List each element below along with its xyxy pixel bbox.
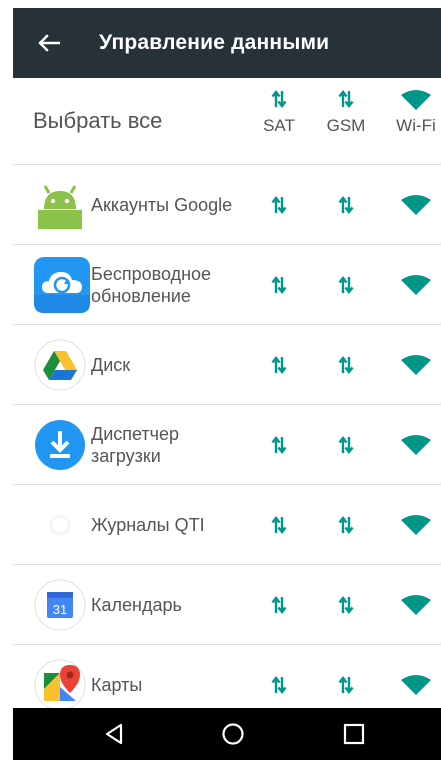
qti-logs-icon <box>34 499 86 551</box>
calendar-icon: 31 <box>34 579 86 631</box>
select-all-label[interactable]: Выбрать все <box>33 108 162 134</box>
app-row-wireless-update[interactable]: Беспроводное обновление <box>13 244 441 324</box>
select-all-row[interactable]: Выбрать все SAT GSM Wi-Fi <box>13 78 441 164</box>
wifi-toggle[interactable] <box>391 565 441 645</box>
gsm-toggle[interactable] <box>321 325 371 405</box>
android-icon <box>34 179 86 231</box>
sat-toggle[interactable] <box>254 325 304 405</box>
data-usage-list[interactable]: Выбрать все SAT GSM Wi-Fi Аккаунты Googl… <box>13 78 441 708</box>
maps-icon <box>34 659 86 708</box>
app-name: Аккаунты Google <box>91 195 233 215</box>
wifi-toggle[interactable] <box>391 165 441 245</box>
app-bar: Управление данными <box>13 8 441 78</box>
sat-toggle[interactable] <box>254 405 304 485</box>
column-sat-label: SAT <box>263 116 295 135</box>
sat-toggle[interactable] <box>254 565 304 645</box>
gsm-toggle[interactable] <box>321 565 371 645</box>
app-row-qti-logs[interactable]: Журналы QTI <box>13 484 441 564</box>
gsm-toggle[interactable] <box>321 485 371 565</box>
page-title: Управление данными <box>99 31 330 54</box>
gsm-toggle[interactable] <box>321 645 371 708</box>
wifi-toggle[interactable] <box>391 245 441 325</box>
data-arrows-icon[interactable] <box>321 84 371 110</box>
sat-toggle[interactable] <box>254 485 304 565</box>
wifi-toggle[interactable] <box>391 405 441 485</box>
app-name: Календарь <box>91 595 182 615</box>
back-icon[interactable] <box>96 718 132 750</box>
cloud-update-icon <box>34 257 90 313</box>
app-rows: Аккаунты Google Беспроводное обновление … <box>13 164 441 708</box>
app-name: Диспетчер загрузки <box>91 424 180 466</box>
column-gsm[interactable]: GSM <box>321 84 371 136</box>
home-icon[interactable] <box>215 718 251 750</box>
wifi-toggle[interactable] <box>391 645 441 708</box>
column-wifi-label: Wi-Fi <box>396 116 436 135</box>
column-wifi[interactable]: Wi-Fi <box>391 84 441 136</box>
app-row-drive[interactable]: Диск <box>13 324 441 404</box>
column-sat[interactable]: SAT <box>254 84 304 136</box>
calendar-date: 31 <box>53 602 67 617</box>
back-arrow-icon[interactable] <box>27 21 71 65</box>
sat-toggle[interactable] <box>254 245 304 325</box>
app-row-download-manager[interactable]: Диспетчер загрузки <box>13 404 441 484</box>
sat-toggle[interactable] <box>254 645 304 708</box>
sat-toggle[interactable] <box>254 165 304 245</box>
column-gsm-label: GSM <box>326 116 366 135</box>
app-row-calendar[interactable]: 31 Календарь <box>13 564 441 644</box>
drive-icon <box>34 339 86 391</box>
navigation-bar <box>13 708 441 760</box>
download-icon <box>34 419 86 471</box>
gsm-toggle[interactable] <box>321 245 371 325</box>
gsm-toggle[interactable] <box>321 405 371 485</box>
app-name: Беспроводное обновление <box>91 264 212 306</box>
wifi-toggle[interactable] <box>391 325 441 405</box>
wifi-icon[interactable] <box>391 84 441 110</box>
app-name: Журналы QTI <box>91 515 205 535</box>
app-name: Диск <box>91 355 131 375</box>
data-arrows-icon[interactable] <box>254 84 304 110</box>
recents-icon[interactable] <box>336 718 372 750</box>
app-name: Карты <box>91 675 143 695</box>
app-row-google-accounts[interactable]: Аккаунты Google <box>13 164 441 244</box>
app-row-maps[interactable]: Карты <box>13 644 441 708</box>
gsm-toggle[interactable] <box>321 165 371 245</box>
screen: Управление данными Выбрать все SAT GSM W… <box>13 8 441 760</box>
wifi-toggle[interactable] <box>391 485 441 565</box>
